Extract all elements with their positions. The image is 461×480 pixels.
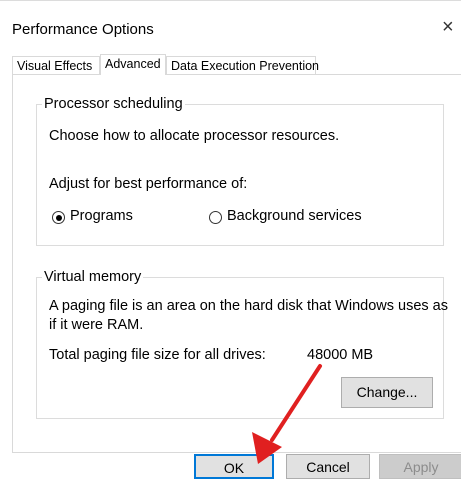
arrow-head [252, 432, 282, 464]
arrow-shaft [270, 364, 322, 442]
tab-advanced[interactable]: Advanced [100, 54, 166, 75]
annotation-arrow-icon [252, 364, 322, 464]
